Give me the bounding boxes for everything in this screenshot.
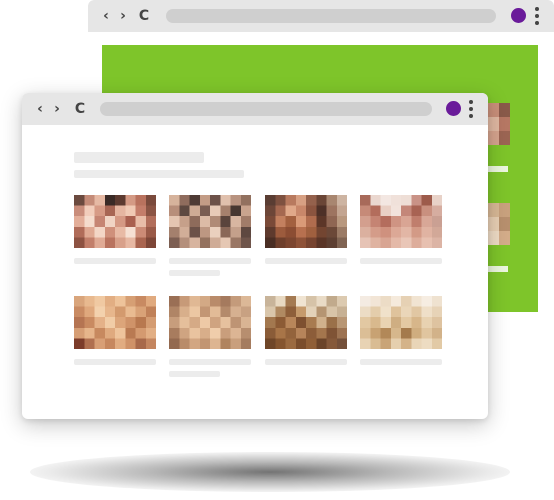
gallery-thumbnail[interactable] bbox=[265, 195, 347, 248]
thumbnail-caption bbox=[74, 359, 156, 365]
pixelated-thumbnail bbox=[74, 296, 156, 349]
pixelated-thumbnail bbox=[488, 203, 510, 259]
thumbnail-caption bbox=[265, 359, 347, 365]
kebab-menu-icon[interactable] bbox=[469, 100, 473, 118]
profile-avatar[interactable] bbox=[511, 8, 526, 23]
gallery-thumbnail[interactable] bbox=[74, 296, 156, 349]
thumbnail-caption bbox=[169, 258, 251, 264]
pixelated-thumbnail bbox=[169, 296, 251, 349]
pixelated-thumbnail bbox=[488, 103, 510, 159]
back-browser-toolbar: ‹ › C bbox=[88, 0, 554, 32]
thumbnail-caption bbox=[360, 258, 442, 264]
reload-icon[interactable]: C bbox=[136, 7, 152, 25]
front-browser-toolbar: ‹ › C bbox=[22, 93, 488, 125]
thumbnail-caption bbox=[169, 371, 220, 377]
pixelated-thumbnail bbox=[360, 296, 442, 349]
back-thumbnail[interactable] bbox=[488, 203, 510, 259]
pixelated-thumbnail bbox=[74, 195, 156, 248]
profile-avatar[interactable] bbox=[446, 101, 461, 116]
forward-arrow-icon[interactable]: › bbox=[49, 100, 65, 118]
thumbnail-caption bbox=[169, 359, 251, 365]
gallery-thumbnail[interactable] bbox=[169, 195, 251, 248]
gallery-thumbnail[interactable] bbox=[74, 195, 156, 248]
back-thumbnail[interactable] bbox=[488, 103, 510, 159]
gallery-thumbnail[interactable] bbox=[169, 296, 251, 349]
pixelated-thumbnail bbox=[265, 195, 347, 248]
back-caption bbox=[488, 266, 508, 272]
pixelated-thumbnail bbox=[169, 195, 251, 248]
back-caption bbox=[488, 166, 508, 172]
floor-shadow bbox=[30, 452, 510, 492]
back-arrow-icon[interactable]: ‹ bbox=[32, 100, 48, 118]
page-subtitle-placeholder bbox=[74, 170, 244, 178]
reload-icon[interactable]: C bbox=[72, 100, 88, 118]
front-browser-window: ‹ › C bbox=[22, 93, 488, 419]
gallery-thumbnail[interactable] bbox=[360, 195, 442, 248]
illustration-scene: ‹ › C ‹ › C bbox=[0, 0, 554, 500]
pixelated-thumbnail bbox=[265, 296, 347, 349]
forward-arrow-icon[interactable]: › bbox=[115, 7, 131, 25]
address-bar[interactable] bbox=[166, 9, 496, 23]
thumbnail-caption bbox=[265, 258, 347, 264]
thumbnail-caption bbox=[169, 270, 220, 276]
thumbnail-caption bbox=[360, 359, 442, 365]
page-title-placeholder bbox=[74, 152, 204, 163]
gallery-thumbnail[interactable] bbox=[265, 296, 347, 349]
back-arrow-icon[interactable]: ‹ bbox=[98, 7, 114, 25]
thumbnail-caption bbox=[74, 258, 156, 264]
kebab-menu-icon[interactable] bbox=[535, 7, 539, 25]
gallery-thumbnail[interactable] bbox=[360, 296, 442, 349]
pixelated-thumbnail bbox=[360, 195, 442, 248]
address-bar[interactable] bbox=[100, 102, 432, 116]
